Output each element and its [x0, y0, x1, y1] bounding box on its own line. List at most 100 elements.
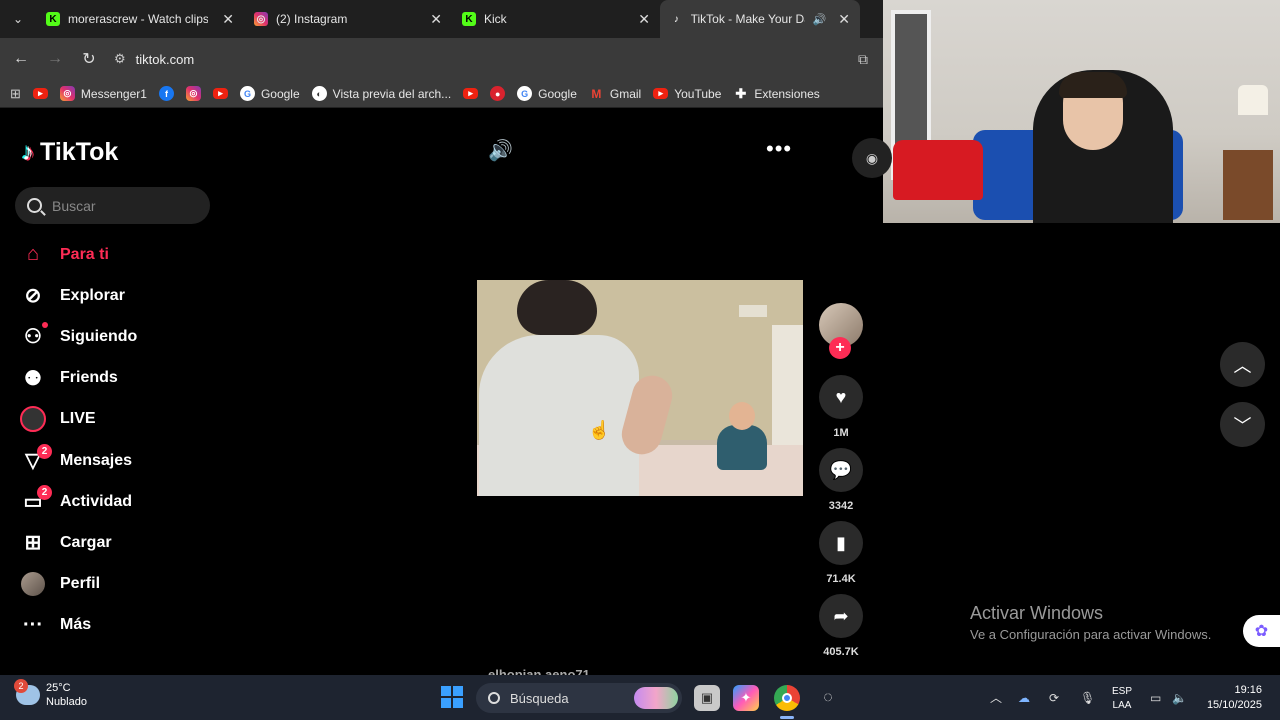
bookmark-label: Vista previa del arch...: [332, 86, 452, 101]
webcam-overlay: [883, 0, 1280, 223]
sidebar-item-perfil[interactable]: Perfil: [20, 564, 210, 605]
sidebar-item-actividad[interactable]: ▭ 2 Actividad: [20, 481, 210, 522]
home-icon: ⌂: [26, 243, 40, 266]
red-app-icon: ●: [490, 86, 506, 101]
copilot-app-icon[interactable]: ✦: [733, 685, 759, 711]
obs-icon[interactable]: ◌: [815, 685, 841, 711]
reload-button[interactable]: ↻: [72, 42, 106, 76]
apps-grid-icon[interactable]: ⊞: [10, 86, 21, 102]
bookmark-youtube[interactable]: ▸: [212, 88, 228, 99]
chevron-up-icon: ︿: [1233, 355, 1252, 376]
url-text: tiktok.com: [135, 51, 195, 67]
google-icon: G: [517, 86, 533, 101]
address-bar[interactable]: ⚙ tiktok.com: [114, 44, 843, 74]
like-action[interactable]: ♥ 1M: [818, 375, 864, 439]
bookmark-google[interactable]: G Google: [239, 86, 300, 101]
task-view-icon[interactable]: ▣: [694, 685, 720, 711]
bookmark-red-app[interactable]: ●: [490, 86, 506, 101]
close-tab-icon[interactable]: ✕: [222, 11, 234, 28]
youtube-icon: ▸: [653, 88, 669, 99]
show-hidden-icons[interactable]: ︿: [990, 675, 1002, 720]
share-count: 405.7K: [823, 646, 859, 658]
start-button[interactable]: [441, 686, 463, 708]
sidebar-item-live[interactable]: LIVE: [20, 399, 210, 440]
volume-icon[interactable]: 🔊: [488, 138, 513, 163]
keyboard-layout: LAA: [1112, 700, 1132, 711]
language-indicator[interactable]: ESP LAA: [1112, 685, 1132, 713]
next-video-button[interactable]: ﹀: [1220, 402, 1265, 447]
video-woman-hair: [517, 280, 597, 335]
bookmark-label: YouTube: [674, 86, 722, 101]
profile-avatar: [20, 571, 46, 597]
sync-icon[interactable]: ⟳: [1049, 675, 1059, 720]
bookmark-facebook[interactable]: f: [158, 86, 174, 101]
bookmark-label: Google: [260, 86, 300, 101]
bookmark-youtube[interactable]: ▸: [32, 88, 48, 99]
bookmark-youtube[interactable]: ▸ YouTube: [653, 87, 721, 101]
bookmark-messenger[interactable]: ◎ Messenger1: [59, 86, 147, 101]
bookmark-vista-previa[interactable]: ◐ Vista previa del arch...: [311, 86, 452, 101]
bookmark-gmail[interactable]: M Gmail: [589, 86, 641, 101]
sidebar-item-label: Siguiendo: [60, 327, 138, 345]
compass-icon: ⊘: [24, 285, 42, 308]
install-app-icon[interactable]: ⧉: [843, 51, 883, 68]
logo-text: TikTok: [40, 138, 119, 166]
bookmark-label: Google: [538, 86, 577, 101]
close-tab-icon[interactable]: ✕: [838, 11, 850, 28]
microphone-icon[interactable]: 🎙: [1080, 675, 1095, 720]
chevron-down-icon: ﹀: [1233, 415, 1252, 436]
network-icon[interactable]: ▭: [1150, 675, 1161, 720]
facebook-icon: f: [158, 86, 174, 101]
bookmark-icon[interactable]: ▮: [819, 521, 863, 565]
audio-playing-icon[interactable]: 🔊: [813, 13, 827, 26]
address-toolbar: ← → ↻ ⚙ tiktok.com ⧉: [0, 38, 883, 80]
back-button[interactable]: ←: [4, 42, 38, 76]
weather-widget[interactable]: 2 25°C Nublado: [14, 679, 87, 709]
comment-icon[interactable]: 💬: [819, 448, 863, 492]
sidebar-item-mensajes[interactable]: ▽ 2 Mensajes: [20, 440, 210, 481]
video-woman: [479, 335, 639, 496]
bookmark-youtube[interactable]: ▸: [463, 88, 479, 99]
tab-morerascrew[interactable]: K morerascrew - Watch clips o ✕: [36, 0, 244, 38]
sidebar-item-mas[interactable]: ··· Más: [20, 605, 210, 646]
sidebar-item-explorar[interactable]: ⊘ Explorar: [20, 275, 210, 316]
bookmark-google[interactable]: G Google: [517, 86, 577, 101]
sidebar-item-para-ti[interactable]: ⌂ Para ti: [20, 234, 210, 275]
search-highlight-image: [634, 687, 678, 709]
speaker-icon[interactable]: 🔈: [1172, 675, 1187, 720]
tiktok-logo[interactable]: ♪ TikTok: [22, 138, 118, 167]
comment-count: 3342: [828, 500, 854, 512]
share-action[interactable]: ➦ 405.7K: [818, 594, 864, 658]
search-input[interactable]: Buscar: [15, 187, 210, 224]
forward-button[interactable]: →: [38, 42, 72, 76]
bookmark-instagram[interactable]: ◎: [185, 86, 201, 101]
close-tab-icon[interactable]: ✕: [638, 11, 650, 28]
onedrive-icon[interactable]: ☁: [1018, 675, 1030, 720]
messages-badge: 2: [37, 443, 52, 459]
follow-button[interactable]: +: [829, 337, 851, 359]
floating-player-icon[interactable]: ◉: [852, 138, 892, 178]
taskbar-search[interactable]: Búsqueda: [476, 683, 682, 713]
chrome-icon[interactable]: [774, 685, 800, 711]
video-player[interactable]: [477, 280, 803, 496]
comment-action[interactable]: 💬 3342: [818, 448, 864, 512]
previous-video-button[interactable]: ︿: [1220, 342, 1265, 387]
sidebar-item-siguiendo[interactable]: ⚇ Siguiendo: [20, 316, 210, 357]
friends-icon: ⚉: [24, 367, 42, 390]
system-clock[interactable]: 19:16 15/10/2025: [1200, 683, 1262, 713]
sidebar-item-cargar[interactable]: ⊞ Cargar: [20, 522, 210, 563]
tab-instagram[interactable]: ◎ (2) Instagram ✕: [244, 0, 452, 38]
heart-icon[interactable]: ♥: [819, 375, 863, 419]
tab-tiktok[interactable]: ♪ TikTok - Make Your Day 🔊 ✕: [660, 0, 860, 38]
share-icon[interactable]: ➦: [819, 594, 863, 638]
sidebar-item-friends[interactable]: ⚉ Friends: [20, 358, 210, 399]
close-tab-icon[interactable]: ✕: [430, 11, 442, 28]
site-settings-icon[interactable]: ⚙: [114, 51, 126, 67]
more-options-icon[interactable]: •••: [766, 136, 792, 162]
copilot-icon[interactable]: ✿: [1243, 615, 1280, 647]
notification-dot: [42, 321, 48, 328]
tab-search-button[interactable]: ⌄: [0, 0, 36, 38]
save-action[interactable]: ▮ 71.4K: [818, 521, 864, 585]
tab-kick[interactable]: K Kick ✕: [452, 0, 660, 38]
bookmark-extensions[interactable]: ✚ Extensiones: [733, 86, 819, 101]
